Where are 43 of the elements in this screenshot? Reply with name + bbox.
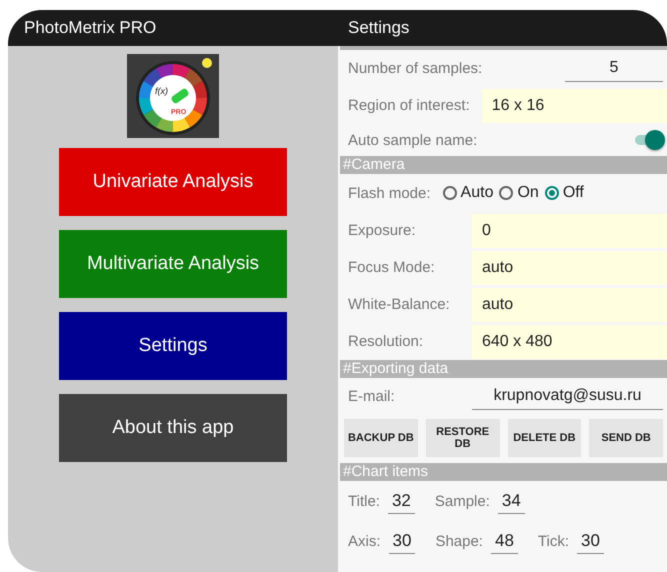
input-field[interactable]: 640 x 480 xyxy=(472,324,667,358)
setting-label: White-Balance: xyxy=(348,296,451,313)
setting-label: E-mail: xyxy=(348,388,396,405)
menu-button[interactable]: Multivariate Analysis xyxy=(59,230,287,298)
menu-button[interactable]: About this app xyxy=(59,394,287,462)
section-header: #Exporting data xyxy=(340,360,667,378)
number-field[interactable]: 30 xyxy=(577,528,604,554)
number-field[interactable]: 48 xyxy=(490,528,518,554)
input-field[interactable]: 5 xyxy=(565,55,663,82)
input-field[interactable]: krupnovatg@susu.ru xyxy=(472,383,663,410)
screen-title: Settings xyxy=(348,18,410,38)
database-button[interactable]: SEND DB xyxy=(589,419,663,457)
number-field[interactable]: 32 xyxy=(388,488,415,514)
setting-label: Region of interest: xyxy=(348,97,470,114)
setting-label: Sample: xyxy=(434,492,490,510)
menu-button[interactable]: Univariate Analysis xyxy=(59,148,287,216)
setting-label: Tick: xyxy=(538,532,570,550)
radio-option[interactable]: Off xyxy=(544,184,584,202)
radio-option[interactable]: On xyxy=(499,184,539,202)
number-field[interactable]: 30 xyxy=(388,528,416,554)
setting-label: Exposure: xyxy=(348,222,417,239)
app-title: PhotoMetrix PRO xyxy=(24,18,156,38)
section-header: #Camera xyxy=(340,156,667,174)
section-header: #Chart items xyxy=(340,463,667,481)
setting-label: Focus Mode: xyxy=(348,259,436,276)
input-field[interactable]: 0 xyxy=(472,214,667,248)
database-button[interactable]: RESTORE DB xyxy=(426,419,500,457)
setting-label: Axis: xyxy=(348,532,381,550)
input-field[interactable]: 16 x 16 xyxy=(482,88,667,122)
menu-button[interactable]: Settings xyxy=(59,312,287,380)
setting-label: Number of samples: xyxy=(348,60,482,77)
database-button[interactable]: BACKUP DB xyxy=(344,419,418,457)
number-field[interactable]: 34 xyxy=(498,488,525,514)
input-field[interactable]: auto xyxy=(472,250,667,284)
database-button[interactable]: DELETE DB xyxy=(508,419,582,457)
setting-label: Auto sample name: xyxy=(348,132,478,148)
setting-label: Title: xyxy=(348,492,380,510)
setting-label: Resolution: xyxy=(348,333,424,350)
radio-option[interactable]: Auto xyxy=(442,184,494,202)
input-field[interactable]: auto xyxy=(472,288,667,322)
setting-label: Shape: xyxy=(435,532,483,550)
setting-label: Flash mode: xyxy=(348,184,431,202)
toggle-switch[interactable] xyxy=(633,130,663,150)
